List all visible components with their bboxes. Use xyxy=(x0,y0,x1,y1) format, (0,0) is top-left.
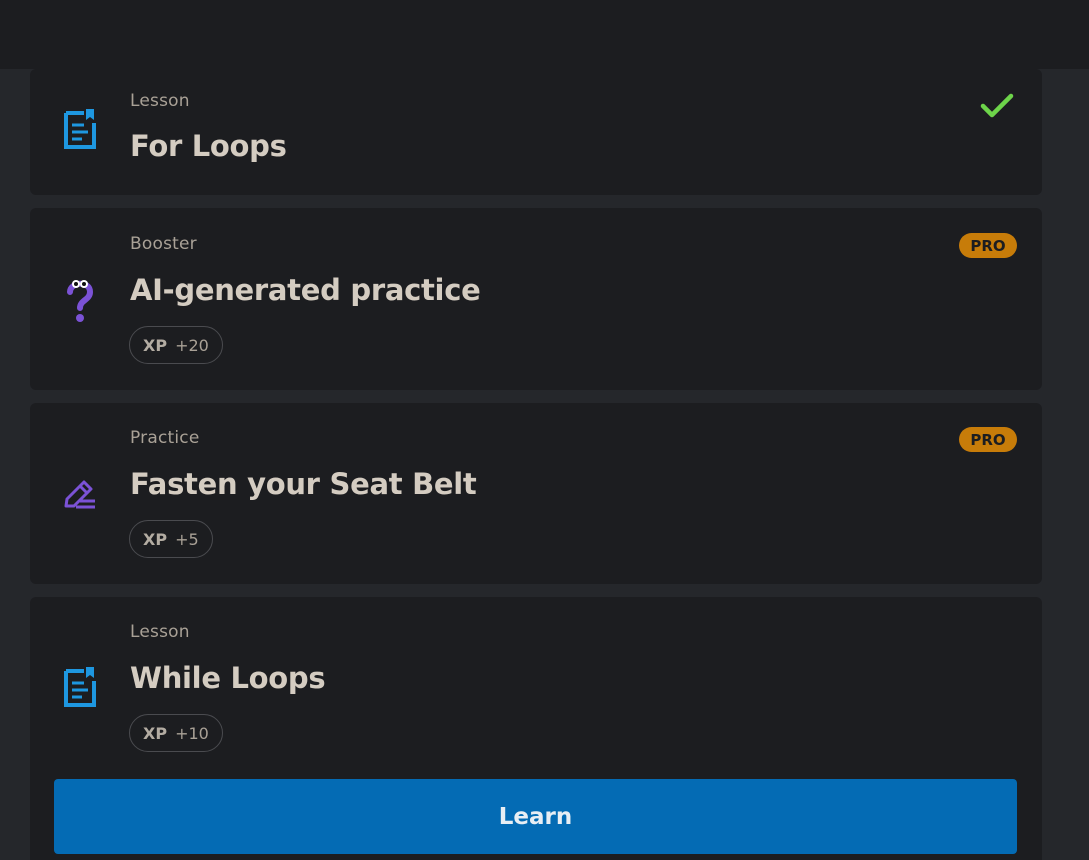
xp-value: +20 xyxy=(175,335,209,355)
xp-label: XP xyxy=(143,723,168,743)
learn-button[interactable]: Learn xyxy=(54,779,1017,854)
xp-reward-pill: XP +5 xyxy=(129,520,213,558)
card-kind-label: Lesson xyxy=(130,622,190,642)
xp-label: XP xyxy=(143,335,168,355)
question-mascot-icon xyxy=(60,276,100,324)
lesson-card-for-loops[interactable]: Lesson For Loops xyxy=(30,69,1042,195)
lesson-document-icon xyxy=(60,663,100,711)
practice-card-seat-belt[interactable]: Practice PRO Fasten your Seat Belt XP +5 xyxy=(30,403,1042,584)
booster-card-ai-practice[interactable]: Booster PRO AI-generated practice XP +20 xyxy=(30,208,1042,390)
checkmark-icon xyxy=(980,93,1014,118)
card-title: For Loops xyxy=(130,129,287,163)
pro-badge: PRO xyxy=(959,427,1017,452)
xp-reward-pill: XP +10 xyxy=(129,714,223,752)
card-title: Fasten your Seat Belt xyxy=(130,467,477,501)
card-title: AI-generated practice xyxy=(130,273,481,307)
card-kind-label: Practice xyxy=(130,428,200,448)
card-kind-label: Lesson xyxy=(130,91,190,111)
pencil-edit-icon xyxy=(60,469,100,517)
xp-value: +5 xyxy=(175,529,199,549)
pro-badge: PRO xyxy=(959,233,1017,258)
card-title: While Loops xyxy=(130,661,326,695)
xp-value: +10 xyxy=(175,723,209,743)
xp-label: XP xyxy=(143,529,168,549)
lesson-document-icon xyxy=(60,105,100,153)
xp-reward-pill: XP +20 xyxy=(129,326,223,364)
card-kind-label: Booster xyxy=(130,234,197,254)
top-bar xyxy=(0,0,1089,69)
